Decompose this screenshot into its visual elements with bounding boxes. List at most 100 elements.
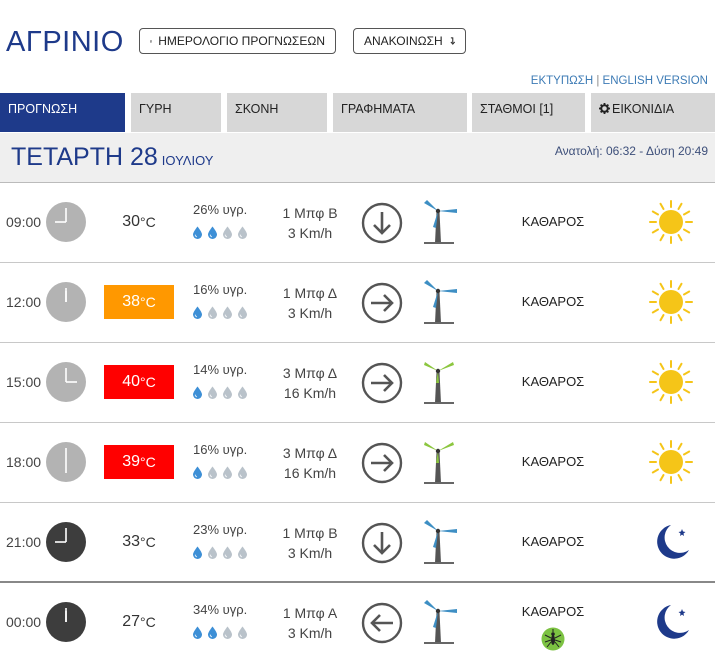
humidity-text: 34% υγρ. [193,602,248,617]
forecast-calendar-button[interactable]: ΗΜΕΡΟΛΟΓΙΟ ΠΡΟΓΝΩΣΕΩΝ [139,28,336,54]
humidity-text: 26% υγρ. [193,202,248,217]
arrow-left-icon [361,602,403,649]
arrow-down-icon [450,37,455,45]
humidity-text: 16% υγρ. [193,442,248,457]
tab-icons[interactable]: ΕΙΚΟΝΙΔΙΑ [591,93,715,132]
wind-turbine-icon [421,199,459,252]
tab-label: ΣΤΑΘΜΟΙ [1] [480,102,554,116]
forecast-time: 21:00 [6,534,42,550]
humidity-drop-icon [207,306,218,324]
humidity-text: 14% υγρ. [193,362,248,377]
temperature-value: 40 [122,373,141,390]
humidity-drop-icon [192,386,203,404]
temperature: 30 °C [104,205,174,239]
sky-condition: ΚΑΘΑΡΟΣ [521,534,585,549]
sun-icon [649,200,693,249]
sunrise-sunset: Ανατολή: 06:32 - Δύση 20:49 [554,144,708,158]
wind-speed: 3 Km/h [287,545,333,561]
wind-speed: 3 Km/h [287,625,333,641]
wind-turbine-icon [421,519,459,572]
humidity-drop-icon [207,226,218,244]
tab-label: ΓΥΡΗ [139,102,172,116]
wind-beaufort: 1 Μπφ Β [282,205,338,221]
humidity-drop-icon [237,306,248,324]
print-link[interactable]: ΕΚΤΥΠΩΣΗ [531,75,593,87]
clock-icon [46,362,86,407]
tab-pollen[interactable]: ΓΥΡΗ [131,93,221,132]
humidity-drop-icon [237,546,248,564]
tab-label: ΕΙΚΟΝΙΔΙΑ [612,102,675,116]
announcement-button[interactable]: ΑΝΑΚΟΙΝΩΣΗ [353,28,466,54]
temperature: 39 °C [104,445,174,479]
wind-turbine-icon [421,359,459,412]
sky-condition: ΚΑΘΑΡΟΣ [521,604,585,619]
clock-icon [46,602,86,647]
wind-beaufort: 3 Μπφ Δ [282,445,338,461]
humidity-drop-icon [192,466,203,484]
temperature-value: 33 [122,533,141,550]
humidity-drop-icon [222,466,233,484]
tab-charts[interactable]: ΓΡΑΦΗΜΑΤΑ [333,93,467,132]
wind-turbine-icon [421,439,459,492]
temperature-value: 30 [122,213,141,230]
link-separator: | [596,75,600,87]
tab-forecast[interactable]: ΠΡΟΓΝΩΣΗ [0,93,125,132]
sun-icon [649,440,693,489]
wind-info: 1 Μπφ Β 3 Km/h [270,523,350,563]
humidity-drops [192,306,248,324]
tab-stations[interactable]: ΣΤΑΘΜΟΙ [1] [472,93,585,132]
temperature: 38 °C [104,285,174,319]
english-version-link[interactable]: ENGLISH VERSION [603,75,708,87]
wind-turbine-icon [421,279,459,332]
humidity-drop-icon [222,546,233,564]
sun-icon [649,360,693,409]
sky-condition: ΚΑΘΑΡΟΣ [521,294,585,309]
top-links: ΕΚΤΥΠΩΣΗ | ENGLISH VERSION [531,75,708,87]
forecast-row: 00:00 27 °C 34% υγρ. 1 Μπφ Α 3 Km/h ΚΑΘΑΡΟ… [0,583,715,662]
humidity-drops [192,546,248,564]
arrow-right-icon [361,362,403,409]
sky-condition: ΚΑΘΑΡΟΣ [521,454,585,469]
calendar-button-label: ΗΜΕΡΟΛΟΓΙΟ ΠΡΟΓΝΩΣΕΩΝ [158,34,325,48]
wind-turbine-icon [421,599,459,652]
temperature: 27 °C [104,605,174,639]
gear-icon [599,103,610,114]
wind-speed: 3 Km/h [287,305,333,321]
tab-bar: ΠΡΟΓΝΩΣΗ ΓΥΡΗ ΣΚΟΝΗ ΓΡΑΦΗΜΑΤΑ ΣΤΑΘΜΟΙ [1… [0,93,715,133]
clock-icon [46,522,86,567]
moon-icon [649,520,693,569]
wind-speed: 16 Km/h [283,465,337,481]
sky-condition: ΚΑΘΑΡΟΣ [521,374,585,389]
tab-dust[interactable]: ΣΚΟΝΗ [227,93,327,132]
forecast-row: 15:00 40 °C 14% υγρ. 3 Μπφ Δ 16 Km/h ΚΑΘΑΡ… [0,343,715,423]
forecast-time: 12:00 [6,294,42,310]
wind-info: 3 Μπφ Δ 16 Km/h [270,363,350,403]
humidity-drop-icon [192,226,203,244]
temperature-unit: °C [140,534,156,550]
forecast-time: 09:00 [6,214,42,230]
wind-info: 1 Μπφ Β 3 Km/h [270,203,350,243]
clock-icon [46,282,86,327]
wind-info: 3 Μπφ Δ 16 Km/h [270,443,350,483]
wind-beaufort: 3 Μπφ Δ [282,365,338,381]
humidity-drop-icon [207,386,218,404]
wind-info: 1 Μπφ Α 3 Km/h [270,603,350,643]
temperature: 33 °C [104,525,174,559]
humidity-text: 16% υγρ. [193,282,248,297]
humidity-drop-icon [237,626,248,644]
tab-label: ΣΚΟΝΗ [235,102,279,116]
temperature-value: 39 [122,453,141,470]
humidity-drop-icon [207,466,218,484]
temperature-unit: °C [140,214,156,230]
humidity-drop-icon [237,386,248,404]
moon-icon [649,600,693,649]
humidity-drops [192,386,248,404]
city-title: ΑΓΡΙΝΙΟ [6,26,124,58]
humidity-drop-icon [222,386,233,404]
temperature-value: 38 [122,293,141,310]
temperature-unit: °C [140,374,156,390]
humidity-drops [192,466,248,484]
wind-beaufort: 1 Μπφ Α [282,605,338,621]
humidity-drop-icon [237,466,248,484]
humidity-drop-icon [222,306,233,324]
